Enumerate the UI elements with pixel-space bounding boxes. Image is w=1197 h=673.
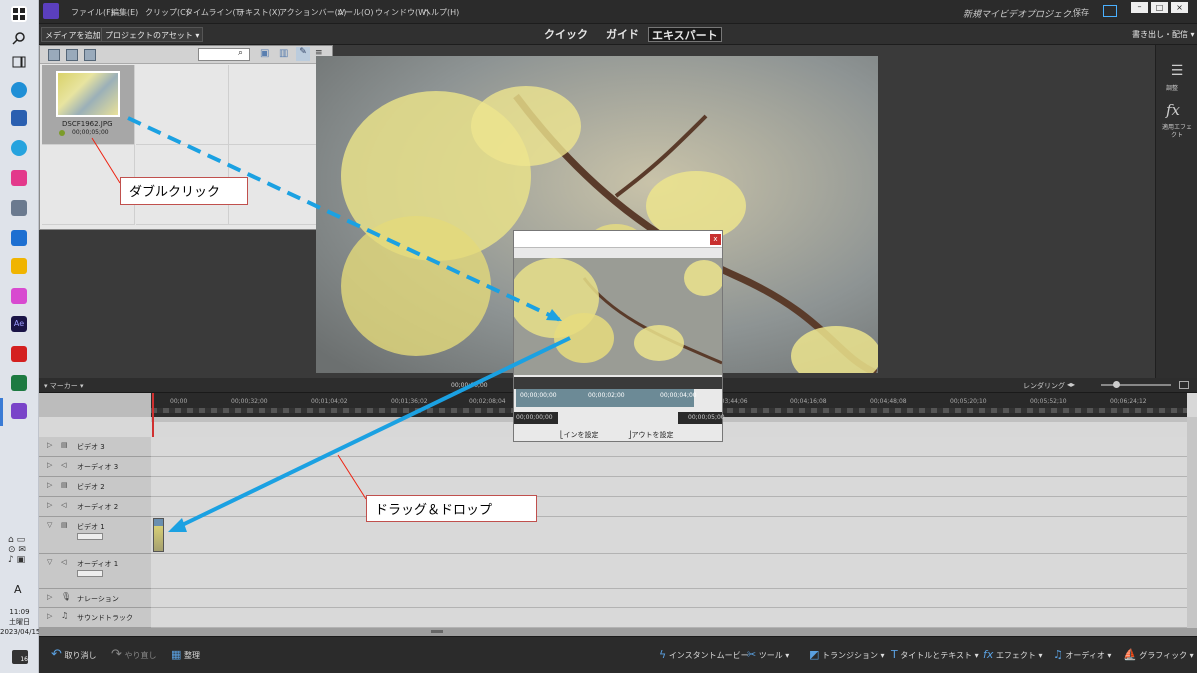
drag-drop-callout: ドラッグ＆ドロップ [366,495,537,522]
callout-pointer [91,137,121,184]
double-click-callout: ダブルクリック [120,177,248,205]
drag-arrow-head [168,518,187,532]
callout-pointer [337,454,367,500]
dashed-arrow-line [127,116,561,322]
annotation-overlay [91,116,571,532]
